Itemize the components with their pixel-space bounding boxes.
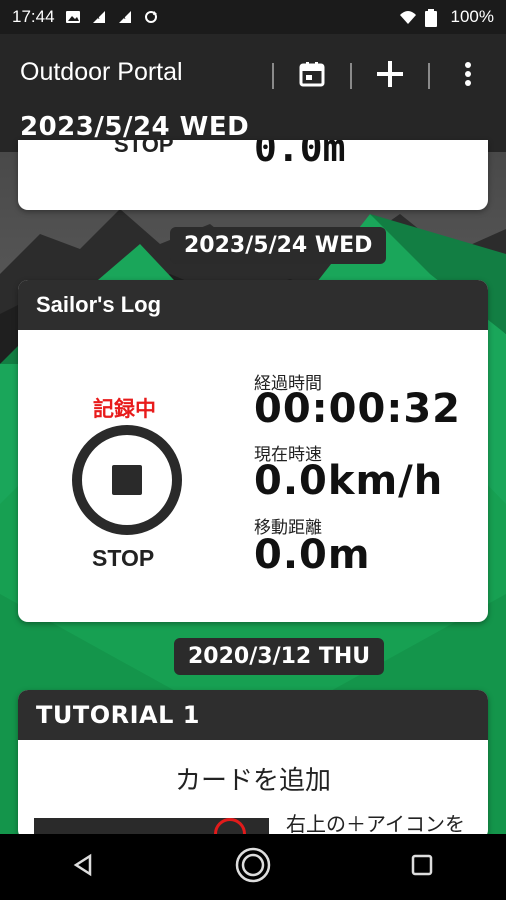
stop-button-label: STOP	[92, 545, 155, 571]
status-right: 100%	[399, 7, 494, 27]
wifi-icon	[399, 9, 416, 25]
status-time: 17:44	[12, 7, 55, 26]
calendar-icon	[298, 60, 326, 93]
battery-icon	[424, 9, 441, 27]
home-icon	[233, 845, 273, 890]
back-icon	[72, 853, 96, 882]
date-chip: 2023/5/24 WED	[170, 227, 387, 264]
stop-button[interactable]	[72, 425, 182, 535]
card-header: Sailor's Log	[18, 280, 488, 330]
add-button[interactable]	[370, 56, 410, 96]
image-icon	[65, 9, 81, 25]
distance-value: 0.0m	[254, 532, 371, 578]
tutorial-heading: カードを追加	[174, 765, 331, 795]
previous-log-card[interactable]: STOP 0.0m	[18, 140, 488, 210]
add-icon	[375, 59, 405, 94]
sync-icon	[143, 9, 159, 25]
back-button[interactable]	[54, 837, 114, 897]
sailors-log-card[interactable]: Sailor's Log 記録中 STOP 経過時間 00:00:32 現在時速…	[18, 280, 488, 622]
svg-text:A: A	[120, 12, 126, 21]
distance-value: 0.0m	[254, 140, 346, 170]
home-button[interactable]	[223, 837, 283, 897]
tutorial-text: 右上の＋アイコンを	[286, 814, 465, 836]
signal-a-icon: A	[91, 9, 107, 25]
recents-button[interactable]	[392, 837, 452, 897]
card-header: TUTORIAL 1	[18, 690, 488, 740]
status-left: 17:44 A A	[12, 7, 159, 27]
battery-percent: 100%	[450, 7, 494, 26]
elapsed-time-value: 00:00:32	[254, 386, 461, 432]
app-bar: Outdoor Portal 2023/5/24 WED	[0, 34, 506, 152]
system-nav-bar	[0, 834, 506, 900]
status-bar: 17:44 A A 100%	[0, 0, 506, 34]
divider	[350, 63, 352, 89]
more-vert-icon	[464, 61, 472, 92]
calendar-button[interactable]	[292, 56, 332, 96]
app-title: Outdoor Portal	[20, 58, 183, 86]
tutorial-card[interactable]: TUTORIAL 1 カードを追加 右上の＋アイコンを	[18, 690, 488, 840]
current-date: 2023/5/24 WED	[20, 112, 250, 142]
recording-status: 記録中	[93, 398, 156, 421]
stop-icon	[112, 465, 142, 495]
svg-text:A: A	[94, 12, 100, 21]
recents-icon	[410, 853, 434, 882]
date-chip: 2020/3/12 THU	[174, 638, 385, 675]
current-speed-value: 0.0km/h	[254, 458, 444, 504]
divider	[272, 63, 274, 89]
more-options-button[interactable]	[448, 56, 488, 96]
app-bar-actions	[254, 56, 488, 96]
signal-a-icon: A	[117, 9, 133, 25]
divider	[428, 63, 430, 89]
stop-label: STOP	[114, 140, 174, 157]
